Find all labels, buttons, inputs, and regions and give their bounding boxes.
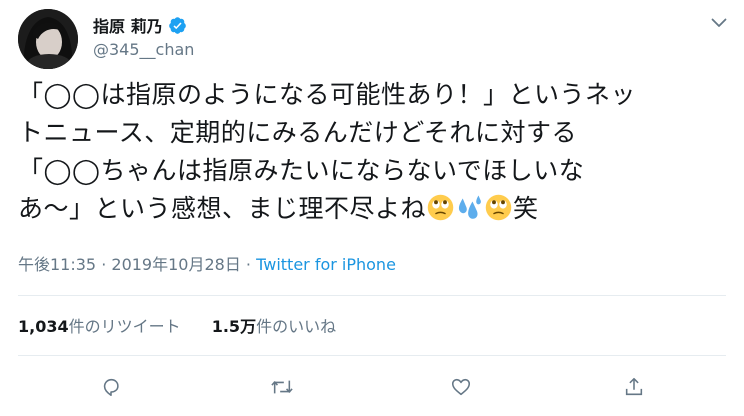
meta-separator: · [240,255,257,274]
tweet-line: トニュース、定期的にみるんだけどそれに対する [18,118,578,147]
share-button[interactable] [619,372,649,402]
face-with-rolling-eyes-icon [427,194,454,221]
likes-count: 1.5万 [211,317,257,336]
divider [18,355,726,356]
reply-button[interactable] [96,372,126,402]
tweet-line: 「◯◯ちゃんは指原みたいにならないでほしいな [18,156,585,185]
handle[interactable]: @345__chan [93,40,194,59]
display-name-row[interactable]: 指原 莉乃 [93,13,187,37]
likes-label: 件のいいね [256,317,337,336]
tweet-date[interactable]: 2019年10月28日 [111,255,240,274]
tweet-line: 「◯◯は指原のようになる可能性あり！」というネッ [18,80,636,109]
tweet-actions [18,372,726,402]
likes-stat[interactable]: 1.5万件のいいね [212,317,336,336]
profile-photo [18,9,78,69]
tweet-meta: 午後11:35 · 2019年10月28日 · Twitter for iPho… [18,251,396,275]
display-name: 指原 莉乃 [93,17,163,36]
verified-badge-icon [168,16,186,34]
chevron-down-icon [711,18,727,27]
sweat-droplets-icon [458,195,481,219]
tweet-line-last: あ〜」という感想、まじ理不尽よね 笑 [18,190,718,228]
retweet-icon [271,380,293,394]
tweet-source-link[interactable]: Twitter for iPhone [256,255,396,274]
reply-icon [103,378,119,397]
retweets-stat[interactable]: 1,034件のリツイート [18,317,181,336]
share-icon [625,377,643,396]
more-options-button[interactable] [706,10,732,36]
tweet-stats: 1,034件のリツイート 1.5万件のいいね [18,313,362,337]
like-button[interactable] [446,372,476,402]
tweet-text: 「◯◯は指原のようになる可能性あり！」というネッ トニュース、定期的にみるんだけ… [18,76,718,228]
avatar[interactable] [18,9,78,69]
retweets-count: 1,034 [18,317,69,336]
retweets-label: 件のリツイート [68,317,181,336]
face-with-rolling-eyes-icon [485,194,512,221]
tweet-trailing-text: 笑 [513,194,539,223]
divider [18,295,726,296]
meta-separator: · [96,255,112,274]
heart-icon [451,378,471,396]
tweet-time[interactable]: 午後11:35 [18,255,96,274]
tweet-line-text: あ〜」という感想、まじ理不尽よね [18,194,427,223]
retweet-button[interactable] [267,372,297,402]
